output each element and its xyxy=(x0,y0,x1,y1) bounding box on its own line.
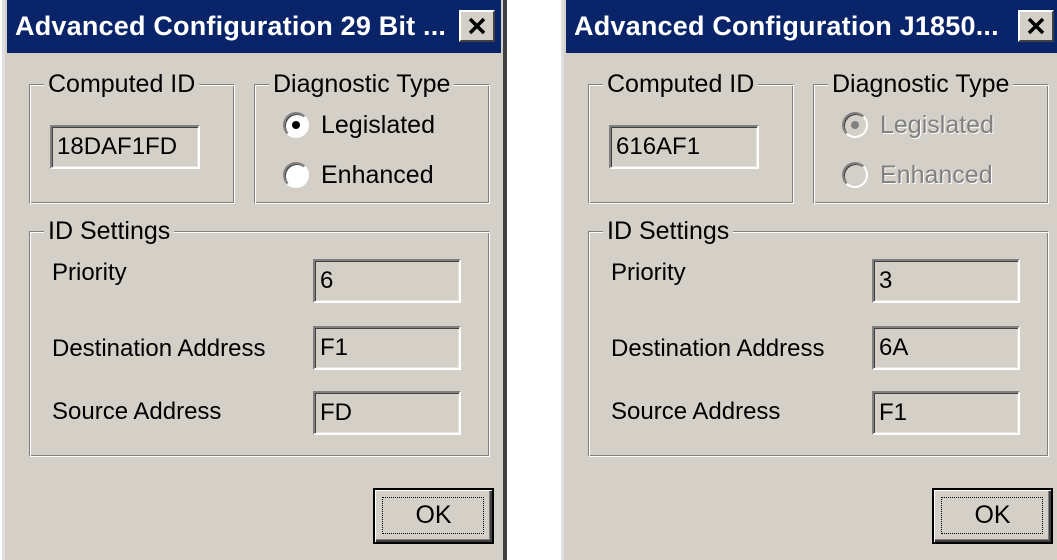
title-bar[interactable]: Advanced Configuration J1850... xyxy=(566,0,1057,53)
radio-enhanced-label: Enhanced xyxy=(880,161,993,189)
ok-button[interactable]: OK xyxy=(932,488,1053,544)
source-address-label: Source Address xyxy=(611,398,781,425)
source-address-field: F1 xyxy=(872,391,1020,435)
dialog-title: Advanced Configuration J1850... xyxy=(574,11,999,41)
radio-enhanced[interactable]: Enhanced xyxy=(283,159,483,191)
radio-button-icon xyxy=(842,162,868,188)
radio-button-icon[interactable] xyxy=(283,112,309,138)
ok-button[interactable]: OK xyxy=(373,488,494,544)
computed-id-group: Computed ID 616AF1 xyxy=(588,68,794,204)
id-settings-group: ID Settings Priority 3 Destination Addre… xyxy=(588,215,1049,457)
computed-id-field: 616AF1 xyxy=(609,125,759,169)
id-settings-legend: ID Settings xyxy=(603,215,734,247)
priority-field: 3 xyxy=(872,259,1020,303)
destination-address-field: F1 xyxy=(313,326,461,370)
computed-id-legend: Computed ID xyxy=(603,68,759,100)
radio-legislated: Legislated xyxy=(842,109,1042,141)
ok-button-label: OK xyxy=(415,501,452,529)
close-button[interactable] xyxy=(459,10,495,42)
dialog-title: Advanced Configuration 29 Bit ... xyxy=(15,11,447,41)
radio-enhanced-label: Enhanced xyxy=(321,161,434,189)
computed-id-legend: Computed ID xyxy=(44,68,200,100)
radio-button-icon[interactable] xyxy=(283,162,309,188)
destination-address-label: Destination Address xyxy=(611,335,825,362)
radio-legislated[interactable]: Legislated xyxy=(283,109,483,141)
ok-button-label: OK xyxy=(974,501,1011,529)
radio-button-icon xyxy=(842,112,868,138)
source-address-label: Source Address xyxy=(52,398,222,425)
radio-legislated-label: Legislated xyxy=(880,111,994,139)
radio-enhanced: Enhanced xyxy=(842,159,1042,191)
radio-legislated-label: Legislated xyxy=(321,111,435,139)
advanced-config-29bit-dialog: Advanced Configuration 29 Bit ... Comput… xyxy=(2,0,507,560)
title-bar[interactable]: Advanced Configuration 29 Bit ... xyxy=(7,0,501,53)
computed-id-field: 18DAF1FD xyxy=(50,125,200,169)
diagnostic-type-group: Diagnostic Type Legislated Enhanced xyxy=(254,68,490,204)
close-button[interactable] xyxy=(1018,10,1054,42)
destination-address-label: Destination Address xyxy=(52,335,266,362)
id-settings-legend: ID Settings xyxy=(44,215,175,247)
close-x-icon xyxy=(468,17,486,35)
priority-label: Priority xyxy=(52,259,127,286)
source-address-field: FD xyxy=(313,391,461,435)
destination-address-field: 6A xyxy=(872,326,1020,370)
diagnostic-type-legend: Diagnostic Type xyxy=(828,68,1014,100)
diagnostic-type-legend: Diagnostic Type xyxy=(269,68,455,100)
close-x-icon xyxy=(1027,17,1045,35)
advanced-config-j1850-dialog: Advanced Configuration J1850... Computed… xyxy=(561,0,1057,560)
diagnostic-type-group: Diagnostic Type Legislated Enhanced xyxy=(813,68,1049,204)
id-settings-group: ID Settings Priority 6 Destination Addre… xyxy=(29,215,490,457)
priority-label: Priority xyxy=(611,259,686,286)
computed-id-group: Computed ID 18DAF1FD xyxy=(29,68,235,204)
priority-field: 6 xyxy=(313,259,461,303)
